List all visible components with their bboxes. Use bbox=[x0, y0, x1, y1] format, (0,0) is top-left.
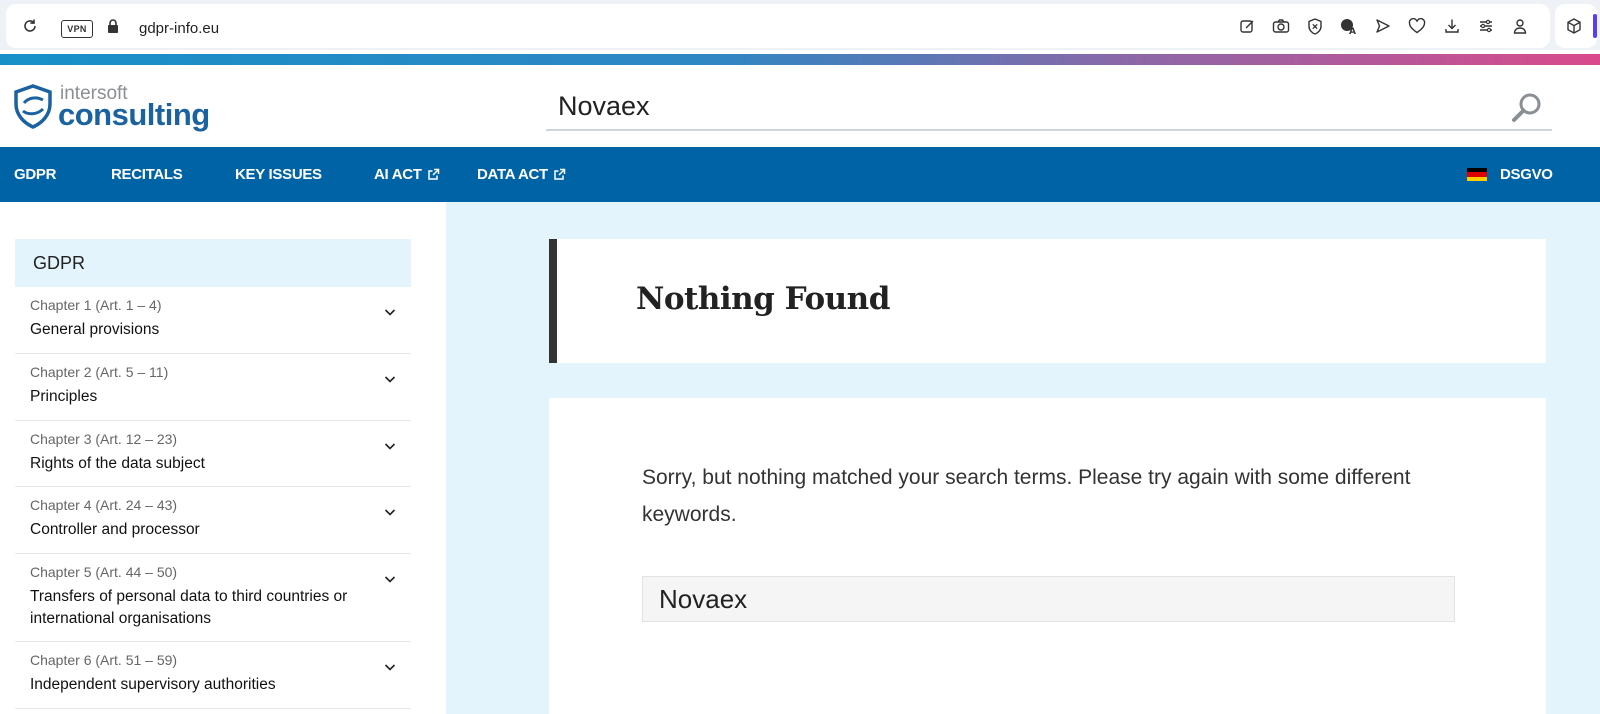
header-search bbox=[546, 83, 1552, 131]
chevron-down-icon[interactable] bbox=[383, 572, 397, 586]
sidebar-chapter-6[interactable]: Chapter 6 (Art. 51 – 59) Independent sup… bbox=[15, 642, 411, 709]
content-search-input[interactable] bbox=[659, 583, 1439, 615]
chevron-down-icon[interactable] bbox=[383, 305, 397, 319]
german-flag-icon bbox=[1467, 168, 1487, 181]
chapter-title: Transfers of personal data to third coun… bbox=[30, 588, 348, 627]
chapter-title: Independent supervisory authorities bbox=[30, 676, 276, 693]
header-search-input[interactable] bbox=[558, 88, 1478, 124]
extensions-button[interactable] bbox=[1555, 4, 1597, 48]
language-switch-dsgvo[interactable]: DSGVO bbox=[1467, 147, 1553, 202]
sidebar-chapter-3[interactable]: Chapter 3 (Art. 12 – 23) Rights of the d… bbox=[15, 421, 411, 487]
chapter-number: Chapter 6 (Art. 51 – 59) bbox=[30, 652, 178, 668]
nav-item-data-act[interactable]: DATA ACT bbox=[477, 147, 566, 202]
external-link-icon bbox=[554, 168, 566, 180]
translate-icon[interactable]: A bbox=[1338, 15, 1360, 37]
settings-sliders-icon[interactable] bbox=[1475, 15, 1497, 37]
browser-toolbar: VPN gdpr-info.eu A bbox=[0, 0, 1600, 50]
sidebar-title[interactable]: GDPR bbox=[15, 239, 411, 287]
vpn-badge[interactable]: VPN bbox=[61, 20, 93, 38]
sidebar-chapter-5[interactable]: Chapter 5 (Art. 44 – 50) Transfers of pe… bbox=[15, 554, 411, 642]
chapter-title: Principles bbox=[30, 388, 98, 405]
result-header-card: Nothing Found bbox=[549, 239, 1546, 363]
profile-icon[interactable] bbox=[1509, 15, 1531, 37]
chapter-title: Rights of the data subject bbox=[30, 455, 205, 472]
chevron-down-icon[interactable] bbox=[383, 372, 397, 386]
chapter-number: Chapter 5 (Art. 44 – 50) bbox=[30, 564, 178, 580]
no-results-message: Sorry, but nothing matched your search t… bbox=[642, 466, 1411, 526]
nav-label: AI ACT bbox=[374, 166, 422, 183]
sidebar-chapter-4[interactable]: Chapter 4 (Art. 24 – 43) Controller and … bbox=[15, 487, 411, 554]
nav-item-recitals[interactable]: RECITALS bbox=[111, 147, 183, 202]
intersoft-logo[interactable]: intersoft consulting bbox=[10, 83, 210, 133]
gradient-strip bbox=[0, 54, 1600, 65]
main-content: Nothing Found Sorry, but nothing matched… bbox=[446, 202, 1600, 714]
language-label: DSGVO bbox=[1500, 166, 1553, 183]
nav-label: KEY ISSUES bbox=[235, 166, 322, 183]
svg-text:A: A bbox=[1349, 27, 1356, 35]
reload-icon[interactable] bbox=[19, 15, 41, 37]
url-text[interactable]: gdpr-info.eu bbox=[139, 20, 219, 37]
camera-icon[interactable] bbox=[1270, 15, 1292, 37]
main-navigation: GDPR RECITALS KEY ISSUES AI ACT DATA ACT… bbox=[0, 147, 1600, 202]
chapter-title: General provisions bbox=[30, 321, 160, 338]
external-link-icon bbox=[427, 168, 439, 180]
nav-item-ai-act[interactable]: AI ACT bbox=[374, 147, 440, 202]
nav-label: RECITALS bbox=[111, 166, 183, 183]
shield-logo-icon bbox=[14, 84, 52, 129]
chevron-down-icon[interactable] bbox=[383, 439, 397, 453]
chapter-number: Chapter 3 (Art. 12 – 23) bbox=[30, 431, 178, 447]
content-search bbox=[642, 576, 1455, 622]
chevron-down-icon[interactable] bbox=[383, 660, 397, 674]
address-bar[interactable]: VPN gdpr-info.eu A bbox=[6, 4, 1550, 48]
nav-label: DATA ACT bbox=[477, 166, 548, 183]
chevron-down-icon[interactable] bbox=[383, 505, 397, 519]
edit-icon[interactable] bbox=[1236, 15, 1258, 37]
result-body-card: Sorry, but nothing matched your search t… bbox=[549, 398, 1546, 714]
search-icon[interactable] bbox=[1510, 91, 1544, 125]
sidebar-chapter-1[interactable]: Chapter 1 (Art. 1 – 4) General provision… bbox=[15, 287, 411, 354]
sidebar: GDPR Chapter 1 (Art. 1 – 4) General prov… bbox=[0, 202, 446, 714]
page-title: Nothing Found bbox=[636, 281, 890, 317]
nav-item-gdpr[interactable]: GDPR bbox=[14, 147, 56, 202]
heart-icon[interactable] bbox=[1406, 15, 1428, 37]
chapter-number: Chapter 2 (Art. 5 – 11) bbox=[30, 364, 169, 380]
shield-block-icon[interactable] bbox=[1304, 15, 1326, 37]
download-icon[interactable] bbox=[1441, 15, 1463, 37]
nav-item-key-issues[interactable]: KEY ISSUES bbox=[235, 147, 322, 202]
logo-text-consulting: consulting bbox=[58, 97, 210, 132]
site-header: intersoft consulting bbox=[0, 65, 1600, 147]
chapter-number: Chapter 4 (Art. 24 – 43) bbox=[30, 497, 178, 513]
sidebar-chapter-2[interactable]: Chapter 2 (Art. 5 – 11) Principles bbox=[15, 354, 411, 421]
send-icon[interactable] bbox=[1372, 15, 1394, 37]
nav-label: GDPR bbox=[14, 166, 57, 183]
chapter-number: Chapter 1 (Art. 1 – 4) bbox=[30, 297, 162, 313]
sidebar-accent bbox=[1593, 14, 1597, 38]
cube-icon bbox=[1563, 15, 1585, 37]
lock-icon[interactable] bbox=[102, 15, 124, 37]
chapter-title: Controller and processor bbox=[30, 521, 200, 538]
